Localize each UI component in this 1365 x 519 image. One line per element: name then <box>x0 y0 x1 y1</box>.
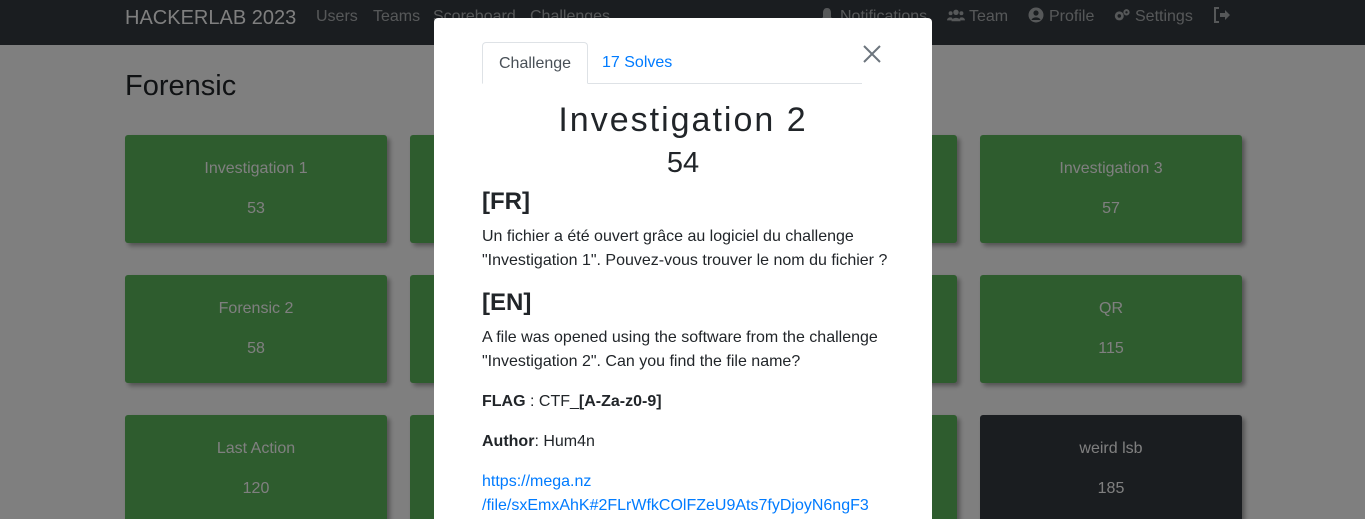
flag-label: FLAG <box>482 393 526 410</box>
fr-heading: [FR] <box>482 188 530 215</box>
modal-tabs: Challenge 17 Solves <box>482 42 862 84</box>
challenge-title: Investigation 2 <box>558 101 808 139</box>
author-name: Hum4n <box>543 433 595 450</box>
author-label: Author <box>482 433 535 450</box>
file-link-line2[interactable]: /file/sxEmxAhK#2FLrWfkCOlFZeU9Ats7fyDjoy… <box>482 494 892 518</box>
tab-challenge[interactable]: Challenge <box>482 42 589 84</box>
flag-separator: : CTF_ <box>525 393 579 410</box>
en-description: A file was opened using the software fro… <box>482 329 878 370</box>
flag-pattern: [A-Za-z0-9] <box>578 393 662 410</box>
author-line: Author: Hum4n <box>482 430 892 454</box>
challenge-value: 54 <box>666 147 700 179</box>
flag-format: FLAG : CTF_[A-Za-z0-9] <box>482 390 892 414</box>
fr-description: Un fichier a été ouvert grâce au logicie… <box>482 228 888 269</box>
file-link[interactable]: https://mega.nz /file/sxEmxAhK#2FLrWfkCO… <box>482 470 892 518</box>
file-link-line1[interactable]: https://mega.nz <box>482 470 892 494</box>
author-separator: : <box>534 433 544 450</box>
en-heading: [EN] <box>482 289 532 316</box>
close-icon[interactable] <box>862 44 882 64</box>
challenge-modal: Challenge 17 Solves Investigation 2 54 [… <box>434 18 932 519</box>
tab-solves[interactable]: 17 Solves <box>586 42 688 84</box>
